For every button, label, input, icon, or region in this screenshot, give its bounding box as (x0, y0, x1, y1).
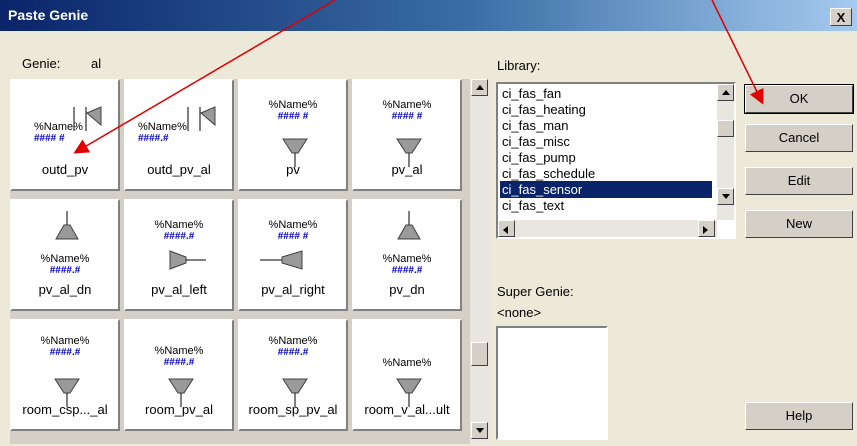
tile-value-text: #### # (277, 111, 309, 122)
tile-value-text: ####.# (138, 133, 169, 144)
library-item[interactable]: ci_fas_misc (500, 133, 712, 150)
genie-tile[interactable]: %Name% ####.# outd_pv_al (124, 79, 234, 191)
tile-tag-text: %Name% (268, 335, 318, 347)
genie-tile[interactable]: %Name% ####.# pv_al_left (124, 199, 234, 311)
scroll-up-icon (722, 90, 730, 95)
super-genie-label: Super Genie: (497, 284, 574, 299)
tile-tag-text: %Name% (40, 335, 90, 347)
tile-caption: pv (286, 162, 300, 177)
cancel-button[interactable]: Cancel (745, 124, 853, 152)
library-item[interactable]: ci_fas_schedule (500, 165, 712, 182)
genie-tile[interactable]: %Name% #### # outd_pv (10, 79, 120, 191)
scroll-left-icon (503, 226, 508, 234)
tile-tag-text: %Name% (138, 121, 187, 133)
tile-value-text: ####.# (49, 265, 81, 276)
help-button[interactable]: Help (745, 402, 853, 430)
genie-tile[interactable]: %Name% ####.# pv_dn (352, 199, 462, 311)
tile-value-text: ####.# (277, 347, 309, 358)
genie-value: al (91, 56, 102, 71)
tile-caption: pv_al (391, 162, 423, 177)
tile-caption: pv_dn (389, 282, 425, 297)
genie-tile[interactable]: %Name% room_v_al...ult (352, 319, 462, 431)
tile-tag-text: %Name% (382, 99, 432, 111)
library-scroll-up[interactable] (717, 84, 734, 101)
tile-caption: pv_al_left (151, 282, 207, 297)
super-genie-value: <none> (497, 305, 542, 320)
genie-grid: %Name% #### # outd_pv %Name% ####.# outd_pv_a… (10, 79, 470, 444)
genie-tile[interactable]: %Name% ####.# room_pv_al (124, 319, 234, 431)
library-label: Library: (497, 58, 541, 73)
tile-tag-text: %Name% (268, 99, 318, 111)
library-item[interactable]: ci_fas_pump (500, 149, 712, 166)
tile-caption: room_csp..._al (22, 402, 108, 417)
new-button[interactable]: New (745, 210, 853, 238)
tile-caption: room_sp_pv_al (248, 402, 338, 417)
library-item[interactable]: ci_fas_fan (500, 85, 712, 102)
tile-value-text: #### # (391, 111, 423, 122)
library-list[interactable]: ci_fas_text ci_fas_sensor ci_fas_schedule c… (496, 82, 736, 239)
super-genie-preview[interactable] (496, 326, 608, 440)
tile-tag-text: %Name% (40, 253, 90, 265)
library-scroll-thumb[interactable] (717, 120, 734, 137)
library-vscroll[interactable] (717, 84, 734, 220)
scroll-up-icon (476, 85, 484, 90)
tile-tag-text: %Name% (154, 345, 204, 357)
tile-caption: pv_al_right (261, 282, 325, 297)
tile-value-text: ####.# (49, 347, 81, 358)
tile-tag-text: %Name% (268, 219, 318, 231)
tile-value-text: ####.# (391, 265, 423, 276)
genie-tile[interactable]: %Name% ####.# room_csp..._al (10, 319, 120, 431)
tile-caption: outd_pv_al (147, 162, 211, 177)
library-scroll-left[interactable] (498, 220, 515, 237)
tile-value-text: ####.# (163, 357, 195, 368)
ok-button[interactable]: OK (744, 84, 854, 114)
scroll-down-icon (722, 194, 730, 199)
genie-tile[interactable]: %Name% #### # pv_al_right (238, 199, 348, 311)
library-item[interactable]: ci_fas_heating (500, 101, 712, 118)
library-scroll-right[interactable] (698, 220, 715, 237)
library-item[interactable]: ci_fas_man (500, 117, 712, 134)
scroll-down-button[interactable] (471, 422, 488, 439)
tile-value-text: #### # (34, 133, 65, 144)
scroll-up-button[interactable] (471, 79, 488, 96)
genie-tile[interactable]: %Name% #### # pv_al (352, 79, 462, 191)
scroll-thumb[interactable] (471, 342, 488, 366)
library-item[interactable]: ci_fas_sensor (500, 181, 712, 198)
genie-tile[interactable]: %Name% #### # pv (238, 79, 348, 191)
tile-caption: room_pv_al (145, 402, 213, 417)
library-scroll-down[interactable] (717, 188, 734, 205)
window-title: Paste Genie (8, 7, 89, 23)
scroll-down-icon (476, 428, 484, 433)
edit-button[interactable]: Edit (745, 167, 853, 195)
genie-label: Genie: (22, 56, 61, 71)
genie-scrollbar[interactable] (470, 79, 490, 443)
tile-caption: pv_al_dn (38, 282, 92, 297)
genie-tile[interactable]: %Name% ####.# room_sp_pv_al (238, 319, 348, 431)
tile-caption: room_v_al...ult (364, 402, 450, 417)
scroll-right-icon (703, 226, 708, 234)
tile-tag-text: %Name% (382, 253, 432, 265)
close-button[interactable]: X (830, 8, 852, 26)
tile-value-text: ####.# (163, 231, 195, 242)
library-hscroll[interactable] (498, 220, 717, 237)
tile-tag-text: %Name% (382, 357, 432, 369)
tile-value-text: #### # (277, 231, 309, 242)
tile-tag-text: %Name% (154, 219, 204, 231)
library-item[interactable]: ci_fas_text (500, 197, 712, 214)
title-bar[interactable]: Paste Genie X (0, 0, 857, 31)
genie-tile[interactable]: %Name% ####.# pv_al_dn (10, 199, 120, 311)
tile-caption: outd_pv (41, 162, 89, 177)
tile-tag-text: %Name% (34, 121, 83, 133)
